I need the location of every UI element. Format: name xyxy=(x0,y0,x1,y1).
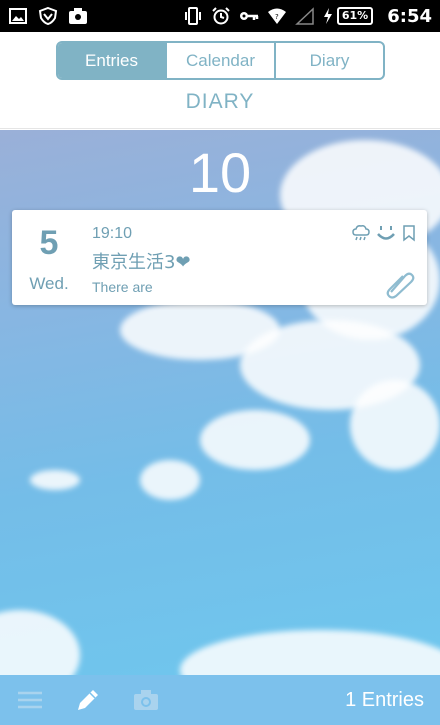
shield-icon xyxy=(38,7,58,25)
status-bar: ? 61% 6:54 xyxy=(0,0,440,32)
menu-icon[interactable] xyxy=(16,686,44,714)
entry-time: 19:10 xyxy=(92,225,133,242)
smile-icon xyxy=(377,226,395,240)
alarm-icon xyxy=(212,7,230,25)
photos-icon xyxy=(69,8,87,24)
tab-diary[interactable]: Diary xyxy=(274,43,383,78)
bookmark-icon xyxy=(403,225,415,242)
entry-card[interactable]: 5 Wed. 19:10 東京生活3❤ There are xyxy=(12,210,427,305)
header: Entries Calendar Diary DIARY xyxy=(0,32,440,129)
entry-title-text: 東京生活3 xyxy=(92,252,176,273)
signal-icon xyxy=(294,7,314,25)
pencil-icon[interactable] xyxy=(74,686,102,714)
charging-icon xyxy=(323,8,332,24)
tab-entries[interactable]: Entries xyxy=(58,43,165,78)
vibrate-icon xyxy=(184,7,201,25)
gallery-icon xyxy=(9,8,27,24)
heart-icon: ❤ xyxy=(175,252,191,273)
svg-text:?: ? xyxy=(275,13,279,21)
entry-day: 5 xyxy=(39,224,59,262)
entry-body: There are xyxy=(92,279,153,295)
bottom-bar: 1 Entries xyxy=(0,675,440,725)
battery-indicator: 61% xyxy=(323,7,374,25)
key-icon xyxy=(239,12,259,20)
entries-count: 1 Entries xyxy=(345,688,424,711)
entry-icons xyxy=(351,222,417,244)
month-label: 10 xyxy=(188,141,252,204)
clock: 6:54 xyxy=(387,5,432,27)
tab-calendar[interactable]: Calendar xyxy=(165,43,274,78)
entry-weekday: Wed. xyxy=(29,274,69,293)
paperclip-icon xyxy=(386,272,415,299)
view-tabs: Entries Calendar Diary xyxy=(56,41,385,80)
entry-title: 東京生活3❤ xyxy=(92,248,191,274)
battery-level: 61% xyxy=(336,7,374,25)
page-title: DIARY xyxy=(185,90,255,113)
wifi-icon: ? xyxy=(267,8,286,24)
weather-icon xyxy=(352,225,370,241)
camera-icon[interactable] xyxy=(132,686,160,714)
